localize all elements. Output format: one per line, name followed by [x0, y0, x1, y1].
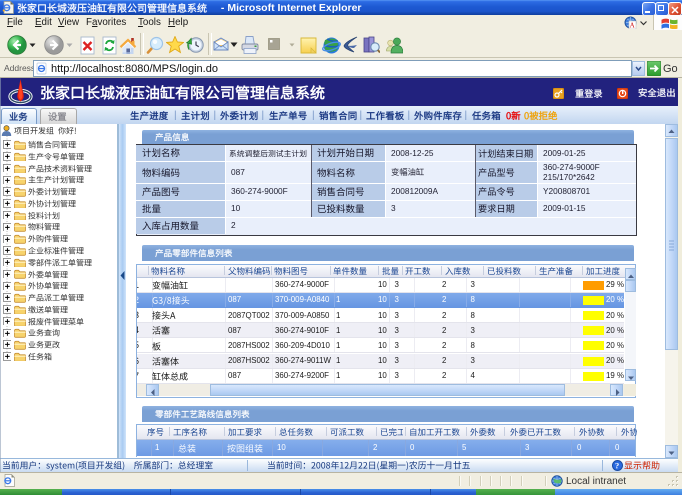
svg-text:A: A: [630, 22, 635, 30]
svg-text:?: ?: [615, 461, 619, 471]
